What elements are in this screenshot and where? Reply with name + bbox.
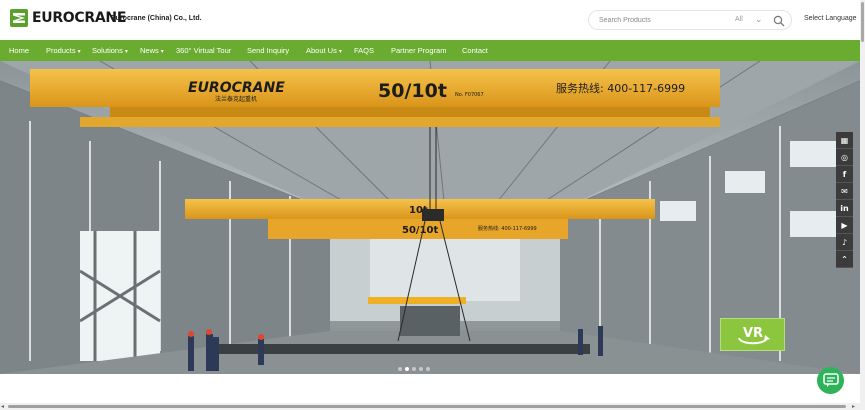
search-icon[interactable] bbox=[773, 15, 785, 27]
whatsapp-icon[interactable]: ◎ bbox=[836, 149, 853, 166]
main-nav: Home Products ▾ Solutions ▾ News ▾ 360° Vir… bbox=[0, 40, 860, 61]
vr-tour-button[interactable]: VR bbox=[720, 318, 785, 351]
tiktok-icon[interactable]: ♪ bbox=[836, 234, 853, 251]
crane-brand-text: EUROCRANE bbox=[188, 80, 285, 96]
vr-label: VR bbox=[743, 326, 763, 341]
logo-mark-icon bbox=[10, 9, 28, 27]
site-logo[interactable]: EUROCRANE bbox=[10, 9, 126, 27]
vr-icon: VR bbox=[737, 326, 770, 344]
carousel-dot[interactable] bbox=[426, 367, 430, 371]
social-sidebar: ▦ ◎ f ✉ in ▶ ♪ ⌃ bbox=[836, 132, 853, 268]
carousel-dot[interactable] bbox=[419, 367, 423, 371]
nav-item-virtual-tour[interactable]: 360° Virtual Tour bbox=[176, 46, 231, 55]
nav-item-send-inquiry[interactable]: Send Inquiry bbox=[247, 46, 289, 55]
chat-icon bbox=[822, 373, 839, 387]
nav-label: Contact bbox=[462, 46, 488, 55]
nav-item-contact[interactable]: Contact bbox=[462, 46, 488, 55]
youtube-icon[interactable]: ▶ bbox=[836, 217, 853, 234]
caret-down-icon: ▾ bbox=[338, 49, 342, 55]
chevron-down-icon[interactable]: ⌄ bbox=[755, 14, 763, 25]
nav-item-solutions[interactable]: Solutions ▾ bbox=[92, 46, 128, 55]
language-selector[interactable]: Select Language bbox=[804, 15, 857, 22]
hero-banner[interactable]: EUROCRANE 法兰泰克起重机 50/10t No. F07067 服务热线… bbox=[0, 61, 860, 374]
carousel-dot[interactable] bbox=[398, 367, 402, 371]
nav-label: FAQS bbox=[354, 46, 375, 55]
nav-label: About Us bbox=[306, 46, 337, 55]
scroll-left-icon[interactable]: ◂ bbox=[1, 403, 4, 410]
vertical-scrollbar-thumb[interactable] bbox=[861, 2, 864, 42]
qr-code-icon[interactable]: ▦ bbox=[836, 132, 853, 149]
crane-far-capacity-text: 50/10t bbox=[402, 225, 438, 236]
caret-down-icon: ▾ bbox=[124, 49, 128, 55]
nav-item-news[interactable]: News ▾ bbox=[140, 46, 164, 55]
nav-item-faqs[interactable]: FAQS bbox=[354, 46, 374, 55]
crane-capacity-text: 50/10t bbox=[378, 80, 447, 102]
site-header: EUROCRANE Eurocrane (China) Co., Ltd. Al… bbox=[0, 0, 860, 40]
vertical-scrollbar[interactable] bbox=[860, 0, 865, 410]
search-input[interactable] bbox=[599, 16, 719, 24]
crane-code-text: No. F07067 bbox=[455, 92, 484, 98]
nav-label: Products bbox=[46, 46, 76, 55]
chevron-up-icon[interactable]: ⌃ bbox=[836, 251, 853, 268]
company-name: Eurocrane (China) Co., Ltd. bbox=[111, 15, 202, 22]
nav-item-products[interactable]: Products ▾ bbox=[46, 46, 81, 55]
nav-label: Solutions bbox=[92, 46, 123, 55]
crane-hotline-text: 服务热线: 400-117-6999 bbox=[556, 81, 685, 95]
crane-sub-text: 法兰泰克起重机 bbox=[215, 95, 257, 103]
crane-far-hotline-text: 服务热线: 400-117-6999 bbox=[478, 225, 537, 232]
horizontal-scrollbar-thumb[interactable] bbox=[8, 405, 846, 408]
search-category-select[interactable]: All bbox=[735, 16, 743, 23]
search-box: All ⌄ bbox=[588, 10, 792, 30]
nav-label: 360° Virtual Tour bbox=[176, 46, 232, 55]
linkedin-icon[interactable]: in bbox=[836, 200, 853, 217]
email-icon[interactable]: ✉ bbox=[836, 183, 853, 200]
nav-label: Partner Program bbox=[391, 46, 447, 55]
carousel-dots bbox=[398, 367, 430, 371]
nav-label: Send Inquiry bbox=[247, 46, 290, 55]
chat-button[interactable] bbox=[817, 367, 844, 394]
facebook-icon[interactable]: f bbox=[836, 166, 853, 183]
nav-item-home[interactable]: Home bbox=[9, 46, 29, 55]
nav-item-about-us[interactable]: About Us ▾ bbox=[306, 46, 342, 55]
carousel-dot[interactable] bbox=[412, 367, 416, 371]
caret-down-icon: ▾ bbox=[160, 49, 164, 55]
nav-label: News bbox=[140, 46, 159, 55]
nav-item-partner-program[interactable]: Partner Program bbox=[391, 46, 446, 55]
horizontal-scrollbar[interactable]: ◂ ▸ bbox=[0, 403, 860, 410]
nav-label: Home bbox=[9, 46, 30, 55]
scroll-right-icon[interactable]: ▸ bbox=[852, 403, 855, 410]
carousel-dot-active[interactable] bbox=[405, 367, 409, 371]
caret-down-icon: ▾ bbox=[77, 49, 81, 55]
